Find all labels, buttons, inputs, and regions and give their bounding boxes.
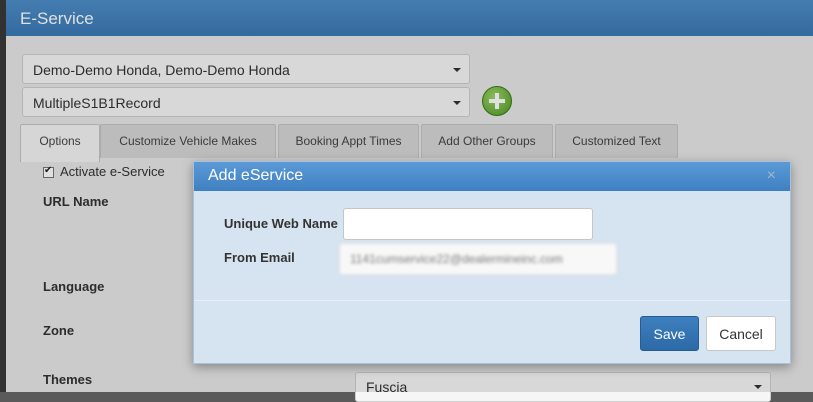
dialog-title: Add eService: [208, 167, 304, 184]
dialog-footer-divider: [194, 300, 790, 301]
save-button[interactable]: Save: [640, 316, 699, 351]
from-email-label: From Email: [224, 250, 295, 265]
cancel-button[interactable]: Cancel: [706, 316, 776, 351]
close-icon[interactable]: ×: [767, 167, 776, 185]
unique-web-name-input[interactable]: [343, 208, 593, 240]
from-email-input[interactable]: [339, 243, 617, 275]
unique-web-name-label: Unique Web Name: [224, 216, 338, 231]
add-eservice-dialog: Add eService × Unique Web Name From Emai…: [193, 161, 791, 364]
dialog-header: Add eService ×: [194, 162, 790, 191]
